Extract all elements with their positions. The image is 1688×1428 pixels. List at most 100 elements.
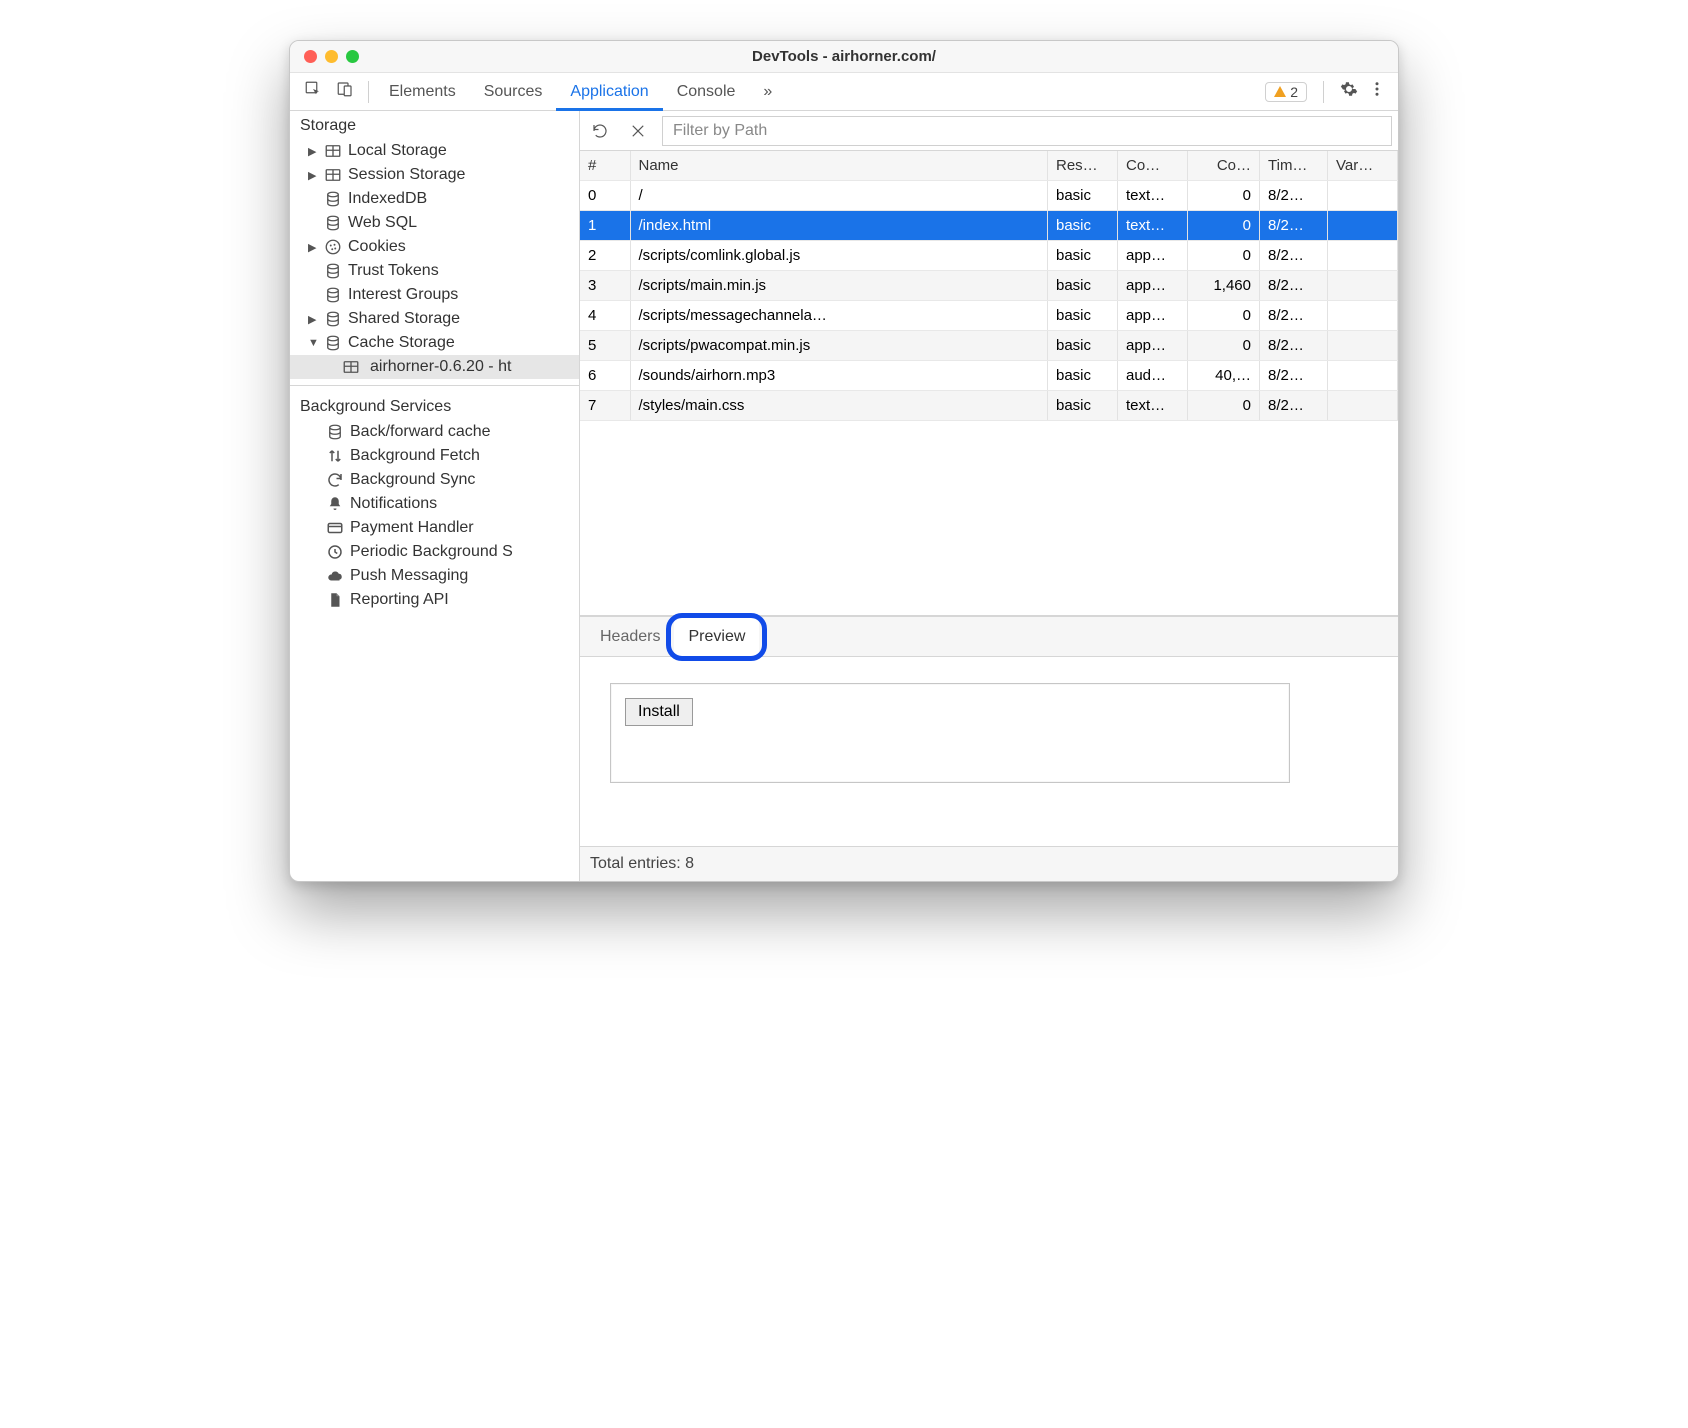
devtools-tabbar: Elements Sources Application Console » 2 [290,73,1398,111]
detail-tabs: Headers Preview [580,617,1398,657]
status-bar: Total entries: 8 [580,846,1398,881]
warning-icon [1274,86,1286,97]
tab-application[interactable]: Application [556,73,662,111]
col-header-name[interactable]: Name [630,151,1048,181]
cell-vary [1328,271,1398,301]
cell-index: 1 [580,211,630,241]
sidebar-item-back-forward-cache[interactable]: Back/forward cache [290,420,579,444]
window-title: DevTools - airhorner.com/ [290,48,1398,65]
cell-content-type: text… [1118,211,1188,241]
sidebar-item-notifications[interactable]: Notifications [290,492,579,516]
cell-time: 8/2… [1260,331,1328,361]
tabs-overflow-button[interactable]: » [749,73,786,111]
delete-button[interactable] [624,117,652,145]
cell-response: basic [1048,301,1118,331]
sidebar-item-label: Push Messaging [350,567,468,585]
col-header-index[interactable]: # [580,151,630,181]
col-header-vary[interactable]: Var… [1328,151,1398,181]
sidebar-item-cache-storage[interactable]: ▼Cache Storage [290,331,579,355]
tab-sources[interactable]: Sources [470,73,557,111]
inspect-element-icon[interactable] [304,80,322,103]
sidebar-item-background-fetch[interactable]: Background Fetch [290,444,579,468]
cell-content-type: text… [1118,391,1188,421]
card-icon [326,519,344,537]
updown-icon [326,447,344,465]
table-row[interactable]: 4/scripts/messagechannela…basicapp…08/2… [580,301,1398,331]
sidebar-item-shared-storage[interactable]: ▶Shared Storage [290,307,579,331]
filter-toolbar [580,111,1398,151]
cell-name: /scripts/messagechannela… [630,301,1048,331]
db-icon [324,262,342,280]
sidebar-item-cache-entry[interactable]: airhorner-0.6.20 - ht [290,355,579,379]
sidebar-item-trust-tokens[interactable]: Trust Tokens [290,259,579,283]
divider [368,81,369,103]
cell-response: basic [1048,181,1118,211]
table-row[interactable]: 6/sounds/airhorn.mp3basicaud…40,…8/2… [580,361,1398,391]
cell-content-length: 0 [1188,181,1260,211]
db-icon [324,310,342,328]
cell-content-type: text… [1118,181,1188,211]
col-header-content[interactable]: Co… [1118,151,1188,181]
sidebar-item-periodic-background-s[interactable]: Periodic Background S [290,540,579,564]
sidebar-item-indexeddb[interactable]: IndexedDB [290,187,579,211]
sidebar-item-reporting-api[interactable]: Reporting API [290,588,579,612]
cell-time: 8/2… [1260,241,1328,271]
cell-vary [1328,391,1398,421]
cell-name: /scripts/pwacompat.min.js [630,331,1048,361]
cache-table-wrap[interactable]: # Name Res… Co… Co… Tim… Var… 0/basictex… [580,151,1398,616]
cell-content-type: app… [1118,271,1188,301]
table-row[interactable]: 3/scripts/main.min.jsbasicapp…1,4608/2… [580,271,1398,301]
cell-time: 8/2… [1260,301,1328,331]
install-button[interactable]: Install [625,698,693,726]
sidebar-item-label: Back/forward cache [350,423,491,441]
cell-time: 8/2… [1260,361,1328,391]
col-header-response[interactable]: Res… [1048,151,1118,181]
sidebar-item-label: Background Sync [350,471,475,489]
detail-tab-headers[interactable]: Headers [586,617,674,657]
traffic-lights [290,50,359,63]
sidebar-item-session-storage[interactable]: ▶Session Storage [290,163,579,187]
col-header-time[interactable]: Tim… [1260,151,1328,181]
sidebar-item-label: Session Storage [348,166,465,184]
col-header-content-length[interactable]: Co… [1188,151,1260,181]
expand-arrow-icon: ▶ [308,241,318,254]
preview-pane: Install [580,657,1398,846]
table-row[interactable]: 7/styles/main.cssbasictext…08/2… [580,391,1398,421]
device-toggle-icon[interactable] [336,80,354,103]
detail-tab-preview[interactable]: Preview [674,617,759,657]
cell-response: basic [1048,241,1118,271]
sidebar-item-label: Web SQL [348,214,417,232]
table-row[interactable]: 0/basictext…08/2… [580,181,1398,211]
expand-arrow-icon: ▶ [308,313,318,326]
table-header-row: # Name Res… Co… Co… Tim… Var… [580,151,1398,181]
close-window-button[interactable] [304,50,317,63]
table-row[interactable]: 5/scripts/pwacompat.min.jsbasicapp…08/2… [580,331,1398,361]
sidebar-item-label: Background Fetch [350,447,480,465]
table-row[interactable]: 2/scripts/comlink.global.jsbasicapp…08/2… [580,241,1398,271]
db-icon [324,214,342,232]
minimize-window-button[interactable] [325,50,338,63]
section-title-storage: Storage [290,111,579,139]
sidebar-item-push-messaging[interactable]: Push Messaging [290,564,579,588]
file-icon [326,591,344,609]
table-row[interactable]: 1/index.htmlbasictext…08/2… [580,211,1398,241]
sidebar-item-local-storage[interactable]: ▶Local Storage [290,139,579,163]
cell-name: / [630,181,1048,211]
tab-elements[interactable]: Elements [375,73,470,111]
warnings-badge[interactable]: 2 [1265,82,1307,102]
sidebar-item-cookies[interactable]: ▶Cookies [290,235,579,259]
sidebar-item-web-sql[interactable]: Web SQL [290,211,579,235]
tab-console[interactable]: Console [663,73,750,111]
sidebar-item-background-sync[interactable]: Background Sync [290,468,579,492]
clock-icon [326,543,344,561]
refresh-button[interactable] [586,117,614,145]
sidebar-item-payment-handler[interactable]: Payment Handler [290,516,579,540]
sidebar-item-interest-groups[interactable]: Interest Groups [290,283,579,307]
maximize-window-button[interactable] [346,50,359,63]
settings-gear-icon[interactable] [1340,80,1358,104]
cell-response: basic [1048,331,1118,361]
more-menu-icon[interactable] [1368,80,1386,104]
cell-content-length: 40,… [1188,361,1260,391]
cell-vary [1328,241,1398,271]
filter-input[interactable] [662,116,1392,146]
